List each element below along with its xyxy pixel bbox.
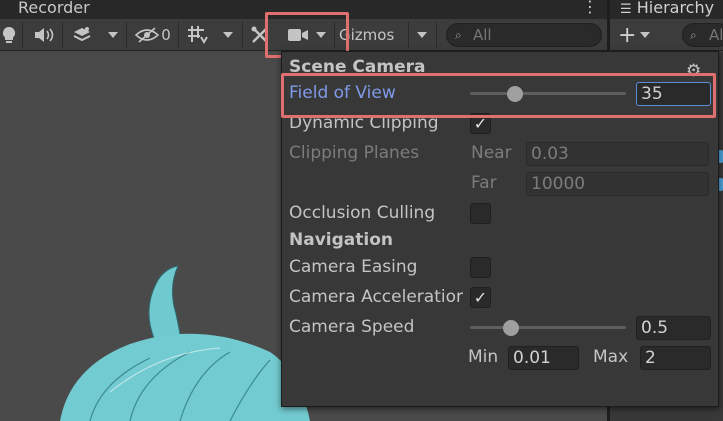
camera-acceleration-checkbox[interactable]: ✓ [470,287,491,308]
camera-speed-max-input[interactable] [640,346,711,370]
field-of-view-label: Field of View [289,83,396,103]
hierarchy-tab-label: Hierarchy [636,0,715,17]
far-clip-input[interactable] [526,172,709,196]
scene-camera-heading: Scene Camera [289,57,426,77]
recorder-tab[interactable]: Recorder [0,0,607,19]
gear-icon[interactable]: ⚙ [686,61,701,81]
dynamic-clipping-checkbox[interactable]: ✓ [470,113,491,134]
list-icon: ☰ [620,2,632,17]
grid-dropdown-chevron-icon[interactable] [218,19,238,51]
hierarchy-add-button[interactable]: + [618,22,651,48]
near-clip-input[interactable] [526,142,709,166]
tab-menu-icon[interactable]: ⋮ [582,0,598,16]
navigation-heading: Navigation [289,230,393,250]
gizmos-button[interactable]: Gizmos [337,19,407,51]
clipping-planes-label: Clipping Planes [289,143,420,163]
camera-speed-label: Camera Speed [289,317,415,337]
field-of-view-slider-handle[interactable] [507,86,524,102]
audio-toggle-icon[interactable] [30,19,58,51]
camera-speed-min-input[interactable] [508,346,579,370]
dynamic-clipping-label: Dynamic Clipping [289,113,439,133]
hierarchy-search-box[interactable]: ⌕ [682,23,723,47]
hierarchy-tab[interactable]: ☰ Hierarchy [620,0,714,18]
scene-visibility-toggle[interactable]: 0 [132,19,174,51]
camera-easing-label: Camera Easing [289,257,418,277]
camera-acceleration-label: Camera Acceleratior [289,287,463,307]
hidden-eye-icon [135,27,160,43]
gizmos-dropdown-chevron-icon[interactable] [412,19,432,51]
grid-toggle-icon[interactable] [183,19,213,51]
scene-toolbar: 0 Gizmos ⌕ [0,19,607,51]
occlusion-culling-checkbox[interactable] [470,203,491,224]
effects-toggle-icon[interactable] [68,19,96,51]
search-icon: ⌕ [690,28,697,42]
min-label: Min [468,347,499,367]
scene-search-input[interactable] [473,25,593,45]
hierarchy-search-input[interactable] [709,25,723,45]
tools-toggle-icon[interactable] [248,19,272,51]
plus-icon: + [618,22,637,48]
field-of-view-slider-track[interactable] [470,92,626,95]
camera-speed-input[interactable] [636,316,711,340]
camera-speed-slider-track[interactable] [470,326,626,329]
max-label: Max [593,347,629,367]
scene-search-box[interactable]: ⌕ [446,23,602,47]
video-camera-icon [288,29,308,41]
add-dropdown-chevron-icon [640,32,651,38]
camera-speed-slider-handle[interactable] [502,320,519,336]
search-icon: ⌕ [455,28,462,42]
hidden-object-count: 0 [161,26,171,44]
checkmark-icon: ✓ [473,288,488,307]
occlusion-culling-label: Occlusion Culling [289,203,436,223]
effects-dropdown-chevron-icon[interactable] [103,19,123,51]
camera-dropdown-chevron-icon[interactable] [312,19,330,51]
field-of-view-input[interactable] [636,82,711,106]
camera-easing-checkbox[interactable] [470,257,491,278]
far-label: Far [471,173,497,193]
camera-settings-button[interactable] [282,19,314,51]
near-label: Near [471,143,512,163]
checkmark-icon: ✓ [473,114,488,133]
scene-camera-settings-popup: Scene Camera ⚙ Field of View Dynamic Cli… [281,51,719,407]
lighting-toggle-icon[interactable] [0,19,18,51]
